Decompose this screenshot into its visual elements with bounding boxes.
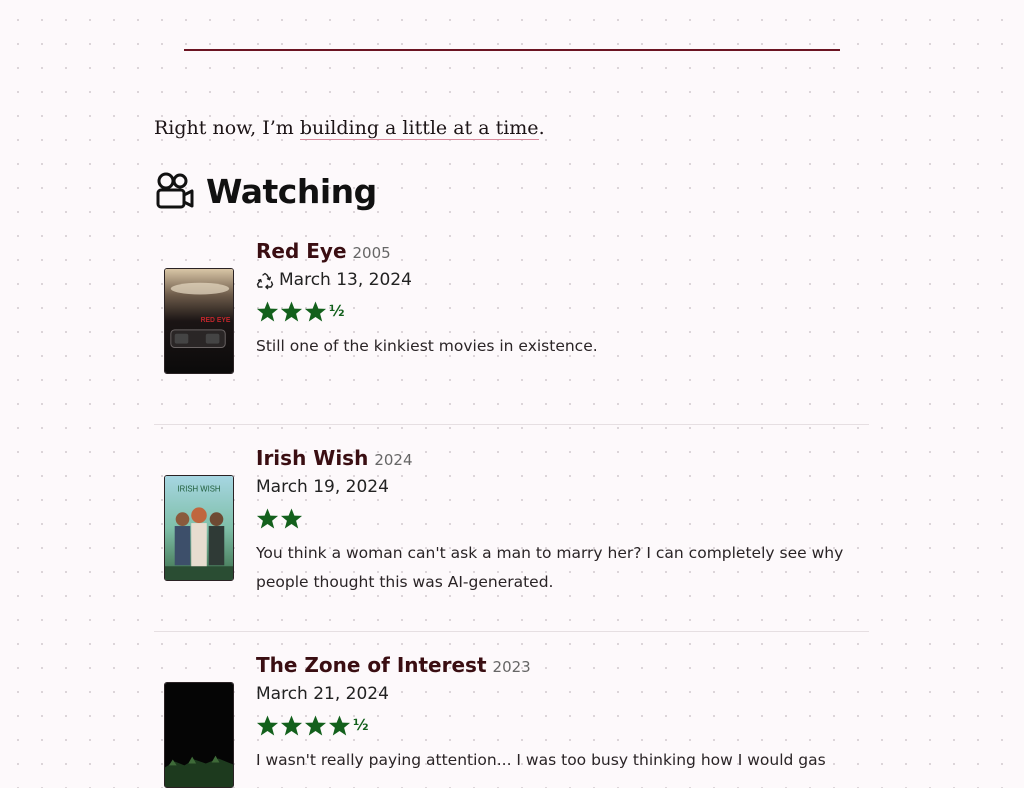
- review-text: Still one of the kinkiest movies in exis…: [256, 337, 598, 355]
- watching-heading: Watching: [154, 168, 377, 214]
- intro-prefix: Right now, I’m: [154, 117, 300, 139]
- star-rating: [256, 501, 869, 535]
- film-year: 2023: [492, 658, 531, 676]
- poster-zone-of-interest[interactable]: [164, 682, 234, 788]
- watch-date-line: March 21, 2024: [256, 680, 869, 708]
- star-rating: ½: [256, 708, 869, 742]
- review-text: You think a woman can't ask a man to mar…: [256, 544, 844, 591]
- poster-irish-wish[interactable]: IRISH WISH: [164, 475, 234, 581]
- star-icon: [256, 300, 279, 323]
- list-item: IRISH WISH Irish Wish 2024 March 19, 2024: [154, 443, 869, 618]
- star-icon: [256, 714, 279, 737]
- film-title-link[interactable]: Irish Wish: [256, 446, 368, 470]
- watch-date-line: March 13, 2024: [256, 266, 869, 294]
- watch-date: March 19, 2024: [256, 477, 389, 497]
- star-rating: ½: [256, 294, 869, 328]
- film-title-link[interactable]: The Zone of Interest: [256, 653, 487, 677]
- title-line: Irish Wish 2024: [256, 443, 869, 473]
- star-icon: [328, 714, 351, 737]
- watch-date-line: March 19, 2024: [256, 473, 869, 501]
- intro-text: Right now, I’m building a little at a ti…: [154, 114, 545, 142]
- section-title: Watching: [206, 171, 377, 211]
- star-icon: [304, 714, 327, 737]
- list-item: The Zone of Interest 2023 March 21, 2024 …: [154, 650, 869, 788]
- building-link[interactable]: building a little at a time: [299, 117, 539, 140]
- list-item: RED EYE Red Eye 2005 March 13, 2024 ½ St…: [154, 236, 869, 406]
- top-divider: [184, 49, 840, 51]
- rewatch-icon: [256, 271, 274, 290]
- entry-body: The Zone of Interest 2023 March 21, 2024 …: [256, 650, 869, 775]
- star-icon: [280, 300, 303, 323]
- movie-camera-icon: [154, 170, 196, 212]
- star-icon: [256, 507, 279, 530]
- poster-title-text: IRISH WISH: [177, 485, 220, 494]
- watch-date: March 21, 2024: [256, 684, 389, 704]
- poster-red-eye[interactable]: RED EYE: [164, 268, 234, 374]
- entry-divider: [154, 424, 869, 425]
- title-line: Red Eye 2005: [256, 236, 869, 266]
- title-line: The Zone of Interest 2023: [256, 650, 869, 680]
- watch-date: March 13, 2024: [279, 270, 412, 290]
- half-star: ½: [353, 715, 369, 734]
- film-title-link[interactable]: Red Eye: [256, 239, 347, 263]
- half-star: ½: [329, 301, 345, 320]
- poster-title-text: RED EYE: [201, 317, 231, 324]
- star-icon: [280, 714, 303, 737]
- star-icon: [280, 507, 303, 530]
- entry-divider: [154, 631, 869, 632]
- star-icon: [304, 300, 327, 323]
- film-year: 2005: [352, 244, 391, 262]
- entry-body: Irish Wish 2024 March 19, 2024 You think …: [256, 443, 869, 597]
- film-year: 2024: [374, 451, 413, 469]
- entry-body: Red Eye 2005 March 13, 2024 ½ Still one …: [256, 236, 869, 361]
- intro-suffix: .: [538, 117, 545, 139]
- review-text: I wasn't really paying attention... I wa…: [256, 751, 826, 769]
